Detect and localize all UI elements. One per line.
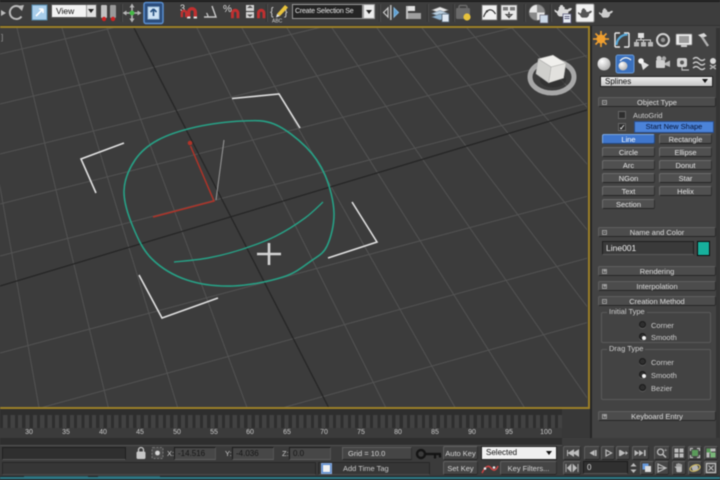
svg-text:ABC: ABC [272,19,283,25]
svg-text:+: + [664,448,667,454]
svg-text:]: ] [1,33,3,42]
svg-text:%: % [223,4,232,15]
svg-text:{: { [270,6,274,18]
